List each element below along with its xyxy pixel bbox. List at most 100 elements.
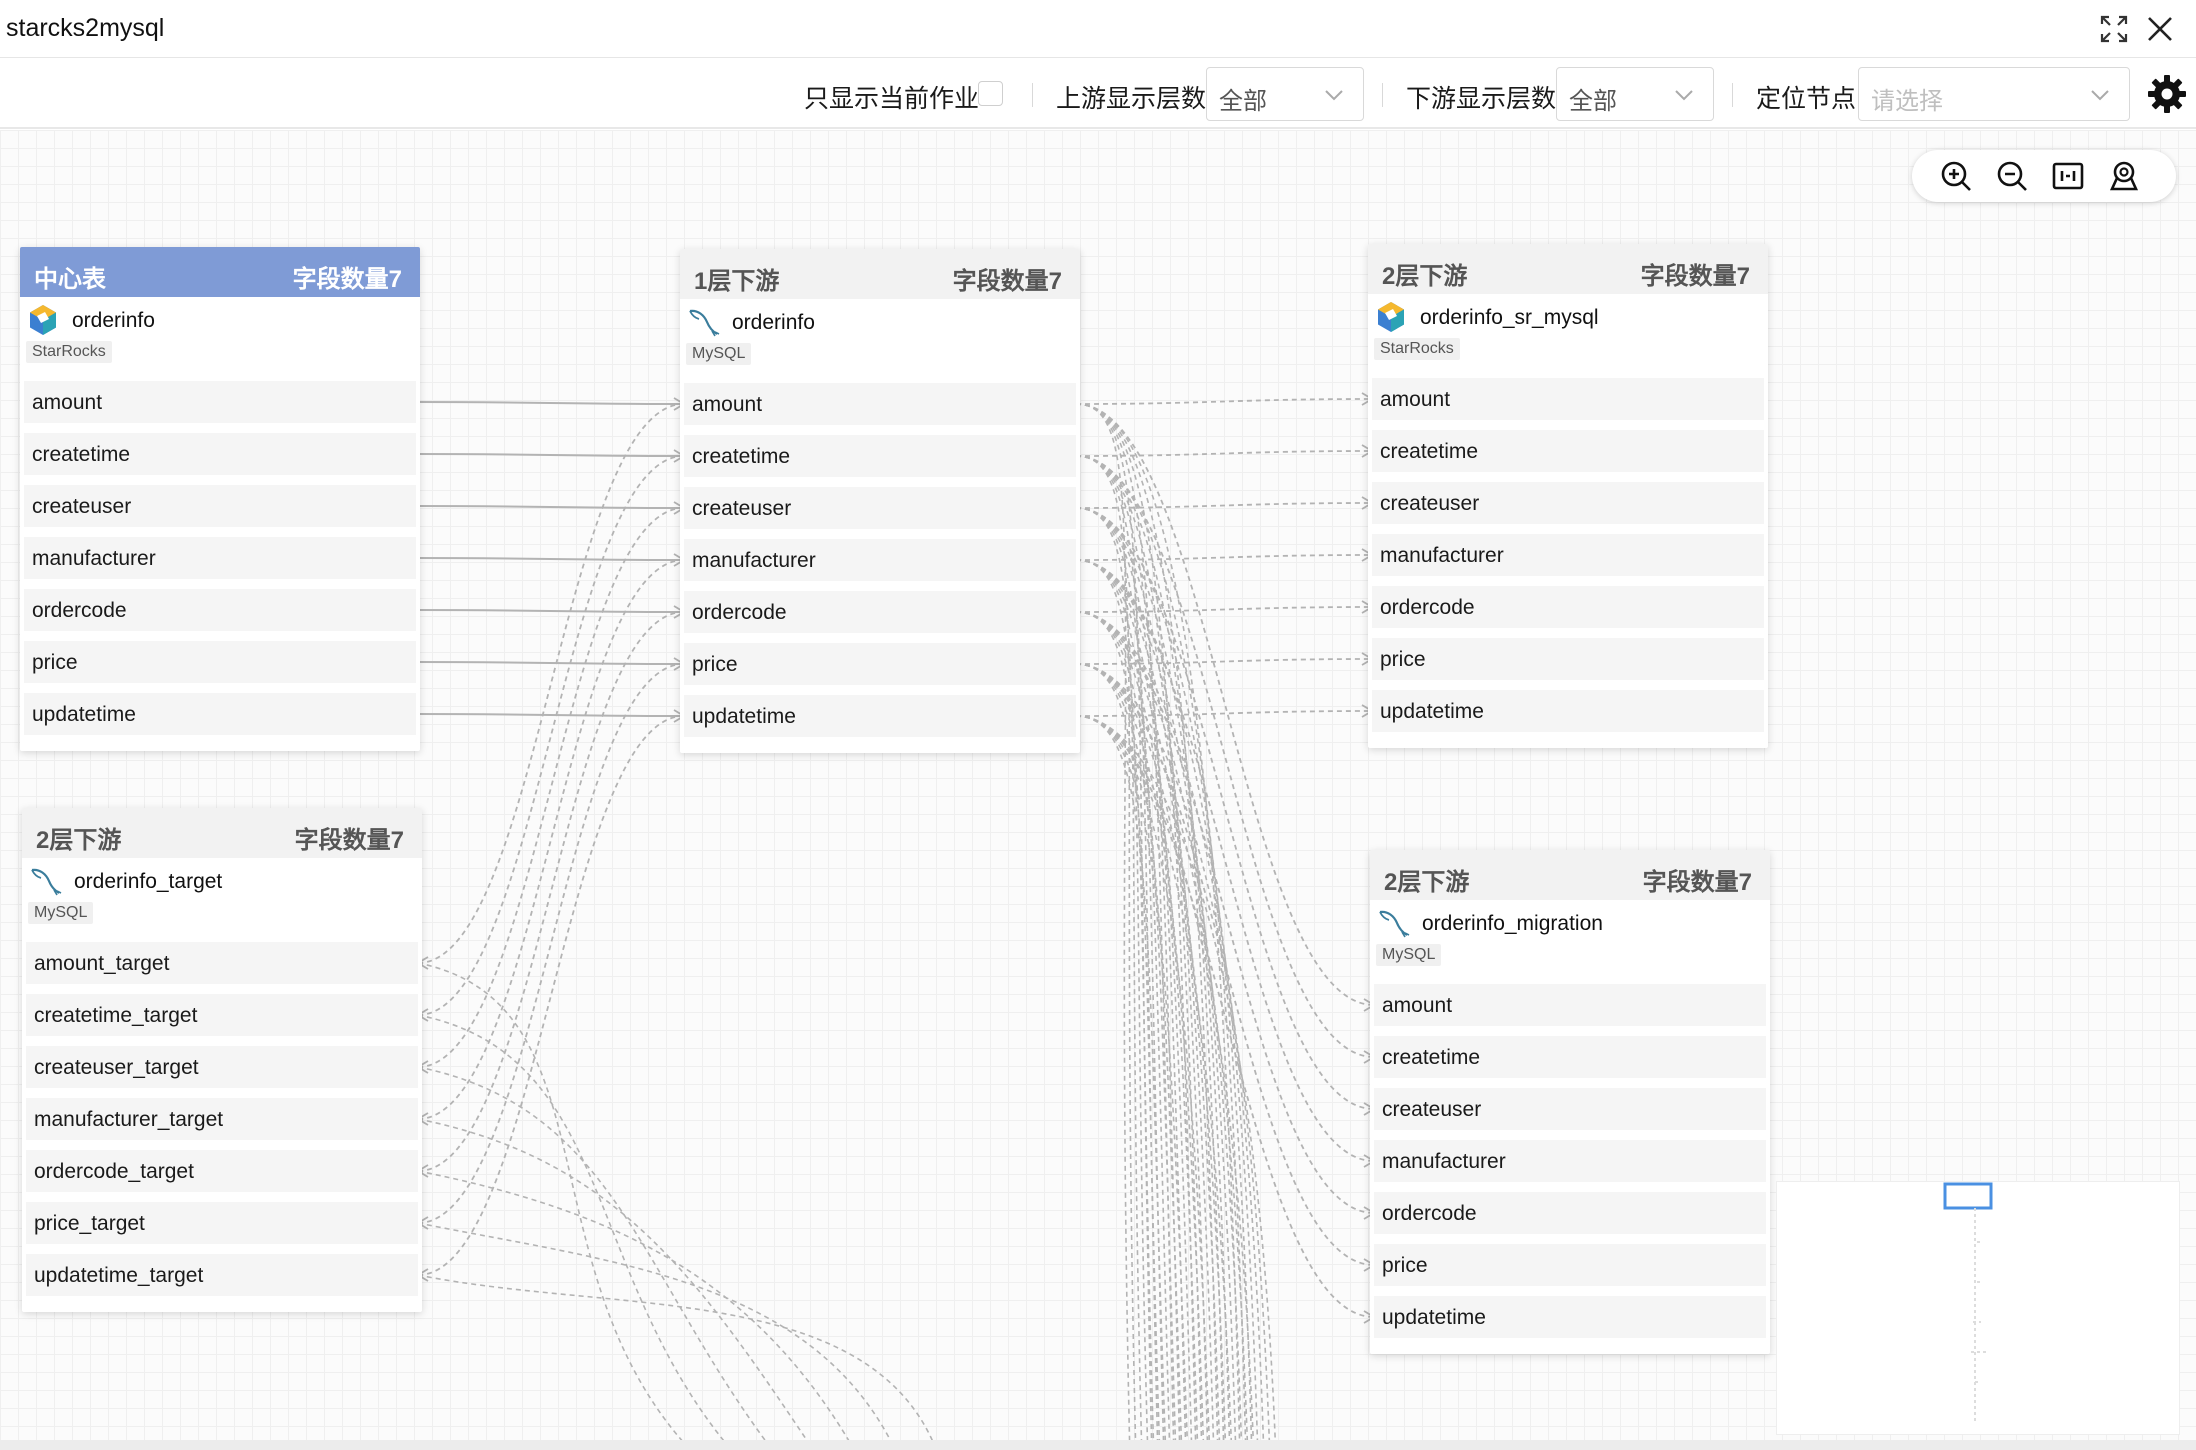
field-row[interactable]: createuser_target (26, 1046, 418, 1088)
field-row[interactable]: manufacturer (1372, 534, 1764, 576)
field-row[interactable]: manufacturer (24, 537, 416, 579)
lineage-edge-offscreen (1075, 715, 1211, 1440)
field-name: createuser (1380, 492, 1480, 515)
field-row[interactable]: manufacturer (1374, 1140, 1766, 1182)
lineage-edge-offscreen (1075, 455, 1181, 1440)
field-row[interactable]: updatetime (1372, 690, 1764, 732)
node-field-list: amount createtime createuser manufacturer or… (20, 381, 420, 751)
lineage-edge-offscreen (1075, 611, 1199, 1440)
downstream-levels-value: 全部 (1569, 88, 1617, 115)
field-name: createuser_target (34, 1056, 199, 1079)
zoom-out-icon[interactable] (1994, 158, 2030, 194)
node-level1-downstream[interactable]: 1层下游 字段数量7 orderinfo MySQL amount createt… (680, 249, 1080, 753)
field-row[interactable]: ordercode (1372, 586, 1764, 628)
lineage-edge (1075, 554, 1373, 561)
lineage-edge (1075, 710, 1373, 717)
field-row[interactable]: createuser (24, 485, 416, 527)
field-name: manufacturer_target (34, 1108, 224, 1131)
lineage-canvas[interactable]: 中心表 字段数量7 orderinfo StarRocks amount crea… (0, 130, 2196, 1440)
node-table-info: orderinfo MySQL (680, 299, 1080, 383)
field-row[interactable]: updatetime (24, 693, 416, 735)
lineage-edge-offscreen (1075, 507, 1187, 1440)
field-row[interactable]: ordercode_target (26, 1150, 418, 1192)
node-level2-target[interactable]: 2层下游 字段数量7 orderinfo_target MySQL amount… (22, 808, 422, 1312)
gear-icon[interactable] (2146, 73, 2188, 115)
zoom-in-icon[interactable] (1938, 158, 1974, 194)
lineage-toolbar: 只显示当前作业 上游显示层数 全部 下游显示层数 全部 定位节点 请选择 (0, 59, 2196, 129)
node-level2-migration[interactable]: 2层下游 字段数量7 orderinfo_migration MySQL amo… (1370, 850, 1770, 1354)
minimap[interactable] (1776, 1181, 2180, 1435)
field-row[interactable]: amount (1372, 378, 1764, 420)
lineage-edge (415, 661, 685, 665)
bottom-scrollbar[interactable] (0, 1440, 2196, 1450)
field-row[interactable]: createuser (1374, 1088, 1766, 1130)
node-level2-sr-mysql[interactable]: 2层下游 字段数量7 orderinfo_sr_mysql StarRocks … (1368, 244, 1768, 748)
field-name: createtime (1382, 1046, 1481, 1069)
mysql-dolphin-icon (31, 868, 62, 896)
field-row[interactable]: price (1374, 1244, 1766, 1286)
node-table-name: orderinfo (72, 309, 155, 332)
field-name: updatetime (1380, 700, 1484, 723)
minimap-viewport[interactable] (1943, 1182, 1993, 1210)
field-row[interactable]: createuser (1372, 482, 1764, 524)
node-header: 2层下游 字段数量7 (1370, 850, 1770, 900)
upstream-levels-select[interactable]: 全部 (1206, 67, 1364, 121)
field-row[interactable]: ordercode (24, 589, 416, 631)
field-name: updatetime (1382, 1306, 1486, 1329)
field-row[interactable]: updatetime (684, 695, 1076, 737)
chevron-down-icon (1675, 90, 1693, 101)
field-name: createtime (692, 445, 791, 468)
lineage-edge (1075, 398, 1373, 405)
field-row[interactable]: manufacturer (684, 539, 1076, 581)
field-row[interactable]: price (24, 641, 416, 683)
lineage-edge (1075, 559, 1375, 1162)
mysql-dolphin-icon (689, 309, 720, 337)
field-row[interactable]: amount (1374, 984, 1766, 1026)
node-field-count: 字段数量7 (292, 266, 402, 293)
only-current-job-checkbox[interactable] (978, 81, 1003, 106)
field-row[interactable]: manufacturer_target (26, 1098, 418, 1140)
field-row[interactable]: createtime (684, 435, 1076, 477)
lineage-edge-offscreen (1075, 715, 1254, 1440)
expand-icon[interactable] (2097, 12, 2131, 46)
close-icon[interactable] (2143, 12, 2177, 46)
field-row[interactable]: createtime_target (26, 994, 418, 1036)
field-name: updatetime_target (34, 1264, 204, 1287)
lineage-edge (417, 403, 685, 964)
mysql-dolphin-icon (1379, 910, 1410, 938)
locate-icon[interactable] (2106, 158, 2142, 194)
window-title: starcks2mysql (6, 14, 165, 42)
field-row[interactable]: ordercode (1374, 1192, 1766, 1234)
field-row[interactable]: updatetime_target (26, 1254, 418, 1296)
lineage-edge (417, 559, 685, 1120)
field-row[interactable]: ordercode (684, 591, 1076, 633)
lineage-edge-offscreen (417, 1014, 725, 1440)
lineage-edge (415, 713, 685, 717)
node-level-label: 中心表 (34, 266, 106, 293)
downstream-levels-select[interactable]: 全部 (1556, 67, 1714, 121)
field-row[interactable]: updatetime (1374, 1296, 1766, 1338)
lineage-edge-offscreen (1075, 715, 1167, 1440)
field-row[interactable]: price (684, 643, 1076, 685)
node-db-type: StarRocks (26, 341, 112, 363)
fit-view-icon[interactable] (2050, 158, 2086, 194)
field-name: createuser (1382, 1098, 1482, 1121)
toolbar-divider (1732, 83, 1733, 107)
field-row[interactable]: createtime (24, 433, 416, 475)
lineage-edge (1075, 715, 1375, 1318)
field-row[interactable]: createuser (684, 487, 1076, 529)
node-field-list: amount createtime createuser manufacturer or… (1368, 378, 1768, 748)
field-row[interactable]: createtime (1374, 1036, 1766, 1078)
field-name: manufacturer (1380, 544, 1504, 567)
field-row[interactable]: price (1372, 638, 1764, 680)
node-field-count: 字段数量7 (952, 268, 1062, 295)
field-row[interactable]: amount_target (26, 942, 418, 984)
node-center-table[interactable]: 中心表 字段数量7 orderinfo StarRocks amount crea… (20, 247, 420, 751)
locate-node-select[interactable]: 请选择 (1858, 67, 2130, 121)
field-row[interactable]: amount (24, 381, 416, 423)
field-row[interactable]: price_target (26, 1202, 418, 1244)
field-row[interactable]: createtime (1372, 430, 1764, 472)
lineage-edge (417, 455, 685, 1016)
lineage-edge (417, 663, 685, 1224)
field-row[interactable]: amount (684, 383, 1076, 425)
